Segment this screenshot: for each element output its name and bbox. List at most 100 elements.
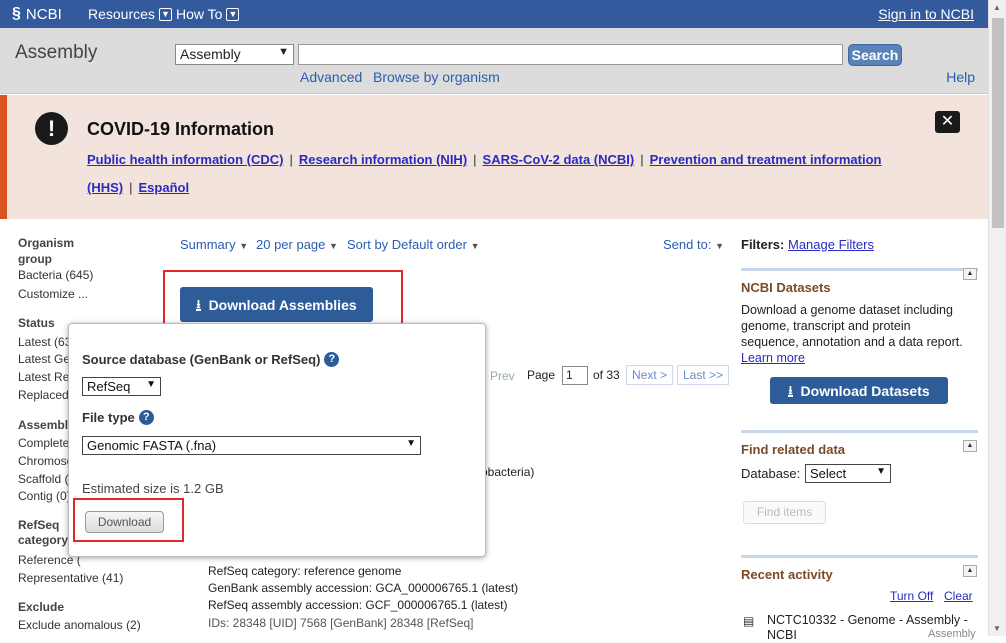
database-select[interactable]: Assembly ▼ xyxy=(175,44,294,65)
scroll-down-icon[interactable]: ▼ xyxy=(993,624,1001,633)
send-to-label: Send to: xyxy=(663,237,712,252)
prevention-link[interactable]: Prevention and treatment information xyxy=(650,152,882,167)
related-database-value: Select xyxy=(810,466,847,481)
facet-assembly-item[interactable]: Complete xyxy=(18,436,69,450)
database-label: Database: xyxy=(741,466,801,481)
facet-assembly-item[interactable]: Contig (0) xyxy=(18,489,71,503)
sars-cov-2-link[interactable]: SARS-CoV-2 data (NCBI) xyxy=(483,152,635,167)
section-divider xyxy=(741,268,978,271)
document-icon: ▤ xyxy=(743,614,755,628)
estimated-size-text: Estimated size is 1.2 GB xyxy=(82,481,224,496)
chevron-down-icon: ▼ xyxy=(406,438,416,449)
file-type-label: File type? xyxy=(82,410,154,425)
learn-more-link[interactable]: Learn more xyxy=(741,351,805,365)
page-number-input[interactable]: 1 xyxy=(562,366,588,385)
close-alert-button[interactable]: ✕ xyxy=(935,111,960,133)
download-datasets-label: Download Datasets xyxy=(800,382,930,399)
recent-activity-item-title: NCTC10332 - Genome - Assembly - xyxy=(767,613,968,627)
help-link[interactable]: Help xyxy=(946,69,975,85)
cdc-link[interactable]: Public health information (CDC) xyxy=(87,152,283,167)
database-select-value: Assembly xyxy=(180,46,241,62)
page-label: Page xyxy=(527,368,556,382)
resources-menu[interactable]: Resources ▼ xyxy=(88,6,172,22)
nih-link[interactable]: Research information (NIH) xyxy=(299,152,467,167)
advanced-search-link[interactable]: Advanced xyxy=(300,69,362,85)
espanol-link[interactable]: Español xyxy=(139,180,190,195)
ncbi-header: § NCBI Resources ▼ How To ▼ Sign in to N… xyxy=(0,0,988,28)
chevron-down-icon: ▼ xyxy=(876,466,886,477)
recent-activity-heading: Recent activity xyxy=(741,567,833,582)
datasets-desc-line: sequence, annotation and a data report. xyxy=(741,335,963,349)
help-icon[interactable]: ? xyxy=(138,410,154,425)
source-database-value: RefSeq xyxy=(87,379,131,394)
facet-bacteria-label: Bacteria xyxy=(18,268,63,282)
find-related-heading: Find related data xyxy=(741,442,846,457)
collapse-icon[interactable]: ▲ xyxy=(963,565,977,577)
facet-exclude-heading: Exclude xyxy=(18,600,65,614)
how-to-menu[interactable]: How To ▼ xyxy=(176,6,240,22)
alert-title: COVID-19 Information xyxy=(87,119,275,139)
related-database-select[interactable]: Select ▼ xyxy=(805,464,891,483)
sort-label: Sort by Default order xyxy=(347,237,467,252)
section-divider xyxy=(741,555,978,558)
summary-format-menu[interactable]: Summary ▼ xyxy=(180,237,248,252)
collapse-icon[interactable]: ▲ xyxy=(963,268,977,280)
ncbi-logo[interactable]: § NCBI xyxy=(12,5,62,23)
scrollbar-thumb[interactable] xyxy=(992,18,1004,228)
caret-down-icon: ▼ xyxy=(239,241,249,251)
facet-bacteria[interactable]: Bacteria (645) xyxy=(18,268,93,282)
result-refseq-accession: RefSeq assembly accession: GCF_000006765… xyxy=(208,598,508,612)
sign-in-link[interactable]: Sign in to NCBI xyxy=(878,6,974,22)
send-to-menu[interactable]: Send to: ▼ xyxy=(663,237,724,252)
facet-status-item[interactable]: Latest Re xyxy=(18,370,69,384)
facet-exclude-anomalous[interactable]: Exclude anomalous (2) xyxy=(18,618,141,632)
search-bar: Assembly Assembly ▼ Search Advanced Brow… xyxy=(0,28,988,94)
chevron-down-icon: ▼ xyxy=(278,46,289,58)
alert-links: Public health information (CDC) | Research… xyxy=(87,146,887,202)
help-icon[interactable]: ? xyxy=(324,352,340,367)
facet-status-item[interactable]: Latest Ge xyxy=(18,352,70,366)
page-count: of 33 xyxy=(593,368,620,382)
file-type-label-text: File type xyxy=(82,410,135,425)
facet-representative[interactable]: Representative (41) xyxy=(18,571,123,585)
source-database-select[interactable]: RefSeq ▼ xyxy=(82,377,161,396)
vertical-scrollbar[interactable]: ▲ ▼ xyxy=(988,0,1006,636)
result-ids: IDs: 28348 [UID] 7568 [GenBank] 28348 [R… xyxy=(208,616,474,630)
download-datasets-button[interactable]: ⭳ Download Datasets xyxy=(770,377,948,404)
per-page-menu[interactable]: 20 per page ▼ xyxy=(256,237,338,252)
manage-filters-link[interactable]: Manage Filters xyxy=(788,237,874,252)
prev-page-button[interactable]: Prev xyxy=(490,369,515,383)
search-input[interactable] xyxy=(298,44,843,65)
separator: | xyxy=(289,152,293,167)
datasets-desc-line: genome, transcript and protein xyxy=(741,319,911,333)
recent-activity-item-tag: Assembly xyxy=(928,628,976,640)
source-database-label-text: Source database (GenBank or RefSeq) xyxy=(82,352,321,367)
separator: | xyxy=(473,152,477,167)
facet-assembly-item[interactable]: Scaffold ( xyxy=(18,472,68,486)
separator: | xyxy=(640,152,644,167)
clear-link[interactable]: Clear xyxy=(944,589,973,603)
separator: | xyxy=(129,180,133,195)
hhs-link[interactable]: (HHS) xyxy=(87,180,123,195)
how-to-menu-label: How To xyxy=(176,6,223,22)
facet-customize-link[interactable]: Customize ... xyxy=(18,287,88,301)
next-page-button[interactable]: Next > xyxy=(626,365,674,385)
facet-status-item[interactable]: Replaced xyxy=(18,388,69,402)
last-page-button[interactable]: Last >> xyxy=(677,365,730,385)
facet-status-heading: Status xyxy=(18,316,55,330)
facet-assembly-item[interactable]: Chromoso xyxy=(18,454,73,468)
download-icon: ⭳ xyxy=(788,382,793,397)
facet-status-item[interactable]: Latest (63 xyxy=(18,335,71,349)
scroll-up-icon[interactable]: ▲ xyxy=(993,3,1001,12)
file-type-select[interactable]: Genomic FASTA (.fna) ▼ xyxy=(82,436,421,455)
per-page-label: 20 per page xyxy=(256,237,326,252)
chevron-down-icon: ▼ xyxy=(158,7,172,21)
find-items-button[interactable]: Find items xyxy=(743,501,826,524)
search-button[interactable]: Search xyxy=(848,44,902,66)
collapse-icon[interactable]: ▲ xyxy=(963,440,977,452)
caret-down-icon: ▼ xyxy=(470,241,480,251)
summary-format-label: Summary xyxy=(180,237,236,252)
turn-off-link[interactable]: Turn Off xyxy=(890,589,933,603)
sort-menu[interactable]: Sort by Default order ▼ xyxy=(347,237,480,252)
browse-by-organism-link[interactable]: Browse by organism xyxy=(373,69,500,85)
